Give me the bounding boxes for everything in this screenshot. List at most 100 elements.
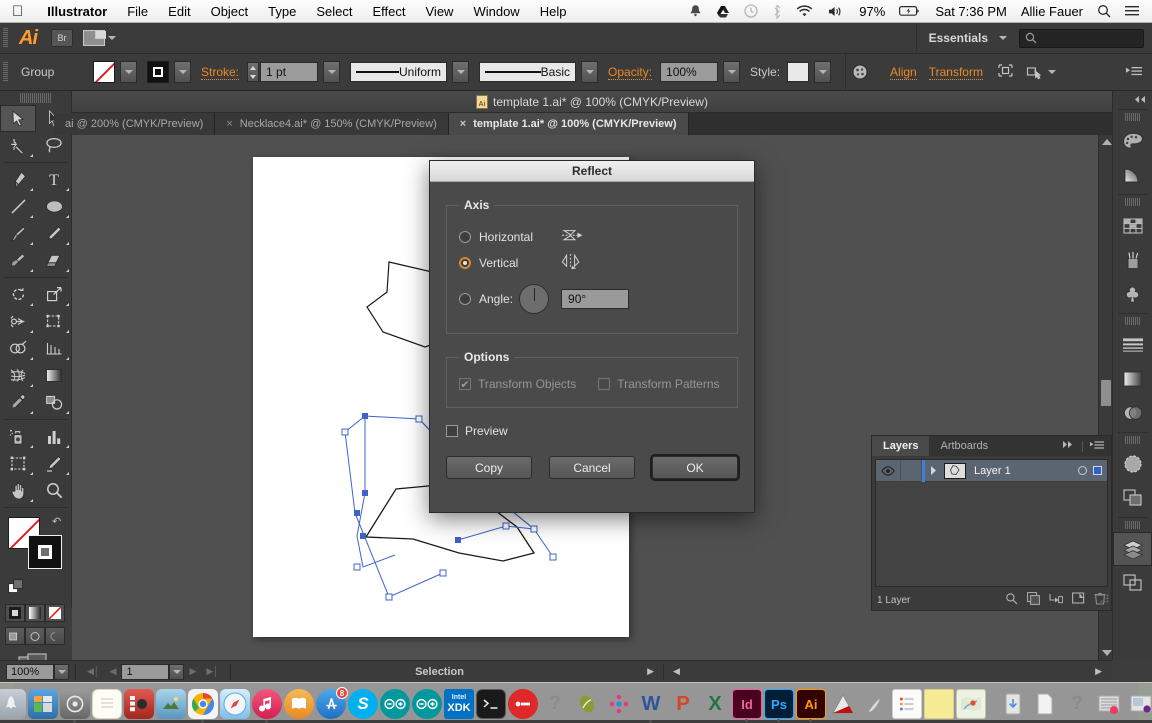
artboards-panel-icon[interactable] (1113, 566, 1152, 600)
dock-stack-downloads[interactable] (998, 689, 1028, 719)
brush-dropdown[interactable] (581, 61, 599, 83)
status-menu-button[interactable]: ▶ (642, 666, 659, 677)
layer-name[interactable]: Layer 1 (969, 465, 1078, 477)
eraser-tool[interactable] (36, 247, 72, 274)
vertical-radio[interactable] (459, 256, 471, 269)
stroke-weight-dropdown[interactable] (323, 61, 341, 83)
make-clipping-mask-icon[interactable] (1027, 592, 1040, 608)
dock-app-intel-xdk[interactable]: Intel XDK (444, 689, 474, 719)
appearance-panel-icon[interactable] (1113, 447, 1152, 481)
notification-center-icon[interactable] (1118, 5, 1146, 17)
dock-app-skype[interactable]: S (348, 689, 378, 719)
stroke-dropdown-button[interactable] (174, 61, 191, 83)
fill-dropdown-button[interactable] (120, 61, 137, 83)
target-indicator-icon[interactable] (1078, 466, 1087, 475)
transform-objects-option[interactable]: ✔ Transform Objects (459, 377, 576, 391)
create-new-layer-icon[interactable] (1072, 592, 1085, 608)
rotate-tool[interactable] (0, 281, 36, 308)
gradient-fill-button[interactable] (25, 604, 45, 622)
expand-triangle-icon[interactable] (925, 466, 941, 475)
draw-normal-button[interactable] (5, 627, 25, 645)
close-icon[interactable]: × (460, 118, 466, 130)
angle-input[interactable]: 90° (561, 289, 630, 309)
recolor-artwork-button[interactable] (845, 53, 878, 91)
dock-app-ibooks[interactable] (284, 689, 314, 719)
stroke-panel-icon[interactable] (1113, 328, 1152, 362)
drive-icon[interactable] (709, 5, 737, 18)
opacity-value[interactable]: 100% (660, 62, 719, 82)
menu-app-name[interactable]: Illustrator (37, 4, 117, 19)
eye-icon[interactable] (876, 465, 900, 476)
dock-app-stickies[interactable] (924, 689, 954, 719)
horizontal-radio[interactable] (459, 231, 471, 243)
graphic-style-control[interactable] (787, 61, 832, 83)
draw-behind-button[interactable] (25, 627, 45, 645)
dock-app-illustrator[interactable]: Ai (796, 689, 826, 722)
stroke-label[interactable]: Stroke: (201, 65, 240, 80)
artboard-number-value[interactable]: 1 (121, 663, 170, 680)
magic-wand-tool[interactable] (0, 132, 36, 159)
preview-checkbox[interactable] (446, 425, 458, 437)
dock-app-scratch[interactable] (572, 689, 602, 719)
dock-app-cisco-anyconnect[interactable] (508, 689, 538, 719)
scroll-down-icon[interactable] (1102, 650, 1112, 656)
next-artboard-button[interactable]: ▶ (184, 666, 201, 677)
stroke-swatch[interactable] (147, 61, 169, 83)
cancel-button[interactable]: Cancel (549, 456, 635, 479)
artboard-dropdown[interactable] (169, 663, 185, 680)
artboard-tool[interactable] (0, 450, 36, 477)
opacity-label[interactable]: Opacity: (608, 65, 653, 80)
angle-axis-option[interactable]: Angle: 90° (459, 284, 725, 314)
dock-app-photo-booth[interactable] (124, 689, 154, 719)
blob-brush-tool[interactable] (0, 247, 36, 274)
locate-object-icon[interactable] (1005, 592, 1018, 608)
scrollbar-thumb[interactable] (1101, 380, 1111, 406)
preview-option[interactable]: Preview (446, 424, 738, 438)
last-artboard-button[interactable]: ▶│ (201, 666, 224, 677)
opacity-control[interactable]: 100% (660, 61, 741, 83)
resize-grip-icon[interactable] (1099, 590, 1109, 608)
symbol-sprayer-tool[interactable] (0, 423, 36, 450)
transform-objects-checkbox[interactable]: ✔ (459, 378, 471, 391)
column-graph-tool[interactable] (36, 423, 72, 450)
menu-select[interactable]: Select (306, 4, 362, 19)
scroll-up-icon[interactable] (1102, 139, 1112, 145)
dock-app-itunes[interactable] (252, 689, 282, 723)
menu-help[interactable]: Help (530, 4, 577, 19)
none-fill-button[interactable] (45, 604, 65, 622)
stroke-weight-control[interactable]: 1 pt (247, 61, 341, 83)
zoom-level-value[interactable]: 100% (6, 663, 54, 680)
type-tool[interactable]: T (36, 166, 72, 193)
dock-app-google-chrome[interactable] (188, 689, 218, 723)
brushes-panel-icon[interactable] (1113, 243, 1152, 277)
swap-fill-stroke-icon[interactable]: ↶ (52, 515, 61, 528)
color-guide-panel-icon[interactable] (1113, 158, 1152, 192)
graphic-styles-panel-icon[interactable] (1113, 481, 1152, 515)
select-similar-objects-button[interactable] (1026, 65, 1056, 80)
dock-app-microsoft-word[interactable]: W (636, 689, 666, 723)
blend-tool[interactable] (36, 389, 72, 416)
layer-row[interactable]: Layer 1 (876, 459, 1107, 482)
vertical-axis-option[interactable]: Vertical (459, 253, 725, 272)
workspace-switcher[interactable]: Essentials (915, 22, 1019, 54)
layers-list[interactable]: Layer 1 (875, 459, 1108, 587)
dock-app-image-capture[interactable] (156, 689, 186, 719)
draw-inside-button[interactable] (45, 627, 65, 645)
layers-panel-icon[interactable] (1113, 532, 1152, 566)
line-segment-tool[interactable] (0, 193, 36, 220)
dock-app-notes[interactable] (92, 689, 122, 719)
pencil-tool[interactable] (36, 220, 72, 247)
transform-patterns-checkbox[interactable] (598, 378, 611, 390)
dock-app-reminders[interactable] (892, 689, 922, 719)
scale-tool[interactable] (36, 281, 72, 308)
copy-button[interactable]: Copy (446, 456, 532, 479)
dock-app-terminal[interactable] (476, 689, 506, 719)
color-fill-button[interactable] (5, 604, 25, 622)
free-transform-tool[interactable] (36, 308, 72, 335)
dock-app-maps[interactable] (956, 689, 986, 719)
stroke-weight-stepper[interactable] (247, 62, 260, 82)
variable-width-dropdown[interactable] (452, 61, 470, 83)
shape-builder-tool[interactable] (0, 335, 36, 362)
menu-edit[interactable]: Edit (158, 4, 200, 19)
apple-menu-icon[interactable]:  (12, 4, 23, 19)
